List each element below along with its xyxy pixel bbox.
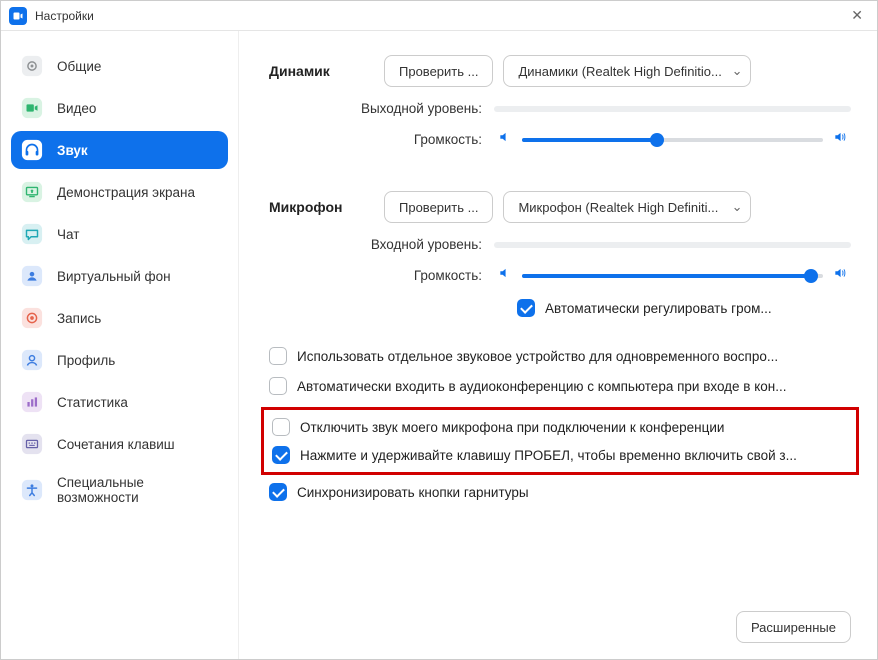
separate-device-checkbox[interactable] bbox=[269, 347, 287, 365]
sidebar-item-general[interactable]: Общие bbox=[11, 47, 228, 85]
profile-icon bbox=[21, 349, 43, 371]
accessibility-icon bbox=[21, 479, 43, 501]
push-to-talk-checkbox[interactable] bbox=[272, 446, 290, 464]
sidebar-item-label: Видео bbox=[57, 101, 96, 116]
volume-high-icon bbox=[829, 130, 851, 149]
headphone-icon bbox=[21, 139, 43, 161]
auto-adjust-checkbox[interactable] bbox=[517, 299, 535, 317]
input-level-meter bbox=[494, 242, 851, 248]
share-screen-icon bbox=[21, 181, 43, 203]
sidebar-item-shortcuts[interactable]: Сочетания клавиш bbox=[11, 425, 228, 463]
output-level-label: Выходной уровень: bbox=[269, 101, 494, 116]
mute-on-join-row[interactable]: Отключить звук моего микрофона при подкл… bbox=[272, 418, 848, 436]
sidebar-item-label: Профиль bbox=[57, 353, 115, 368]
chat-icon bbox=[21, 223, 43, 245]
sidebar-item-recording[interactable]: Запись bbox=[11, 299, 228, 337]
auto-adjust-label: Автоматически регулировать гром... bbox=[545, 301, 851, 316]
statistics-icon bbox=[21, 391, 43, 413]
sidebar-item-chat[interactable]: Чат bbox=[11, 215, 228, 253]
separate-device-row[interactable]: Использовать отдельное звуковое устройст… bbox=[269, 347, 851, 365]
speaker-device-text: Динамики (Realtek High Definitio... bbox=[518, 64, 723, 79]
main-panel: Динамик Проверить ... Динамики (Realtek … bbox=[239, 31, 877, 659]
test-speaker-button[interactable]: Проверить ... bbox=[384, 55, 493, 87]
sidebar-item-audio[interactable]: Звук bbox=[11, 131, 228, 169]
sidebar-item-label: Звук bbox=[57, 143, 88, 158]
sync-headset-label: Синхронизировать кнопки гарнитуры bbox=[297, 485, 851, 500]
sidebar-item-label: Демонстрация экрана bbox=[57, 185, 195, 200]
sidebar-item-label: Специальные возможности bbox=[57, 475, 218, 505]
speaker-section-label: Динамик bbox=[269, 63, 384, 79]
sidebar-item-label: Сочетания клавиш bbox=[57, 437, 175, 452]
sidebar-item-video[interactable]: Видео bbox=[11, 89, 228, 127]
sidebar-item-virtual-bg[interactable]: Виртуальный фон bbox=[11, 257, 228, 295]
app-icon bbox=[9, 7, 27, 25]
push-to-talk-row[interactable]: Нажмите и удерживайте клавишу ПРОБЕЛ, чт… bbox=[272, 446, 848, 464]
sidebar-item-label: Общие bbox=[57, 59, 101, 74]
gear-icon bbox=[21, 55, 43, 77]
mic-volume-label: Громкость: bbox=[269, 268, 494, 283]
separate-device-label: Использовать отдельное звуковое устройст… bbox=[297, 349, 851, 364]
volume-low-icon bbox=[494, 130, 516, 149]
input-level-label: Входной уровень: bbox=[269, 237, 494, 252]
speaker-volume-slider[interactable] bbox=[522, 138, 823, 142]
output-level-meter bbox=[494, 106, 851, 112]
chevron-down-icon: ⌄ bbox=[732, 63, 743, 79]
sync-headset-row[interactable]: Синхронизировать кнопки гарнитуры bbox=[269, 483, 851, 501]
mic-device-dropdown[interactable]: Микрофон (Realtek High Definiti... ⌄ bbox=[503, 191, 751, 223]
volume-low-icon bbox=[494, 266, 516, 285]
sidebar-item-share-screen[interactable]: Демонстрация экрана bbox=[11, 173, 228, 211]
sidebar: Общие Видео Звук Демонстрация экрана Чат… bbox=[1, 31, 239, 659]
window-title: Настройки bbox=[35, 9, 845, 23]
auto-join-row[interactable]: Автоматически входить в аудиоконференцию… bbox=[269, 377, 851, 395]
highlighted-options: Отключить звук моего микрофона при подкл… bbox=[261, 407, 859, 475]
test-mic-button[interactable]: Проверить ... bbox=[384, 191, 493, 223]
keyboard-icon bbox=[21, 433, 43, 455]
close-icon[interactable]: ✕ bbox=[845, 5, 869, 26]
mic-section-label: Микрофон bbox=[269, 199, 384, 215]
auto-join-label: Автоматически входить в аудиоконференцию… bbox=[297, 379, 851, 394]
speaker-device-dropdown[interactable]: Динамики (Realtek High Definitio... ⌄ bbox=[503, 55, 751, 87]
auto-adjust-row[interactable]: Автоматически регулировать гром... bbox=[517, 299, 851, 317]
mute-on-join-checkbox[interactable] bbox=[272, 418, 290, 436]
auto-join-checkbox[interactable] bbox=[269, 377, 287, 395]
chevron-down-icon: ⌄ bbox=[732, 199, 743, 215]
mute-on-join-label: Отключить звук моего микрофона при подкл… bbox=[300, 420, 848, 435]
sidebar-item-label: Статистика bbox=[57, 395, 128, 410]
mic-volume-slider[interactable] bbox=[522, 274, 823, 278]
sidebar-item-profile[interactable]: Профиль bbox=[11, 341, 228, 379]
speaker-volume-label: Громкость: bbox=[269, 132, 494, 147]
advanced-button[interactable]: Расширенные bbox=[736, 611, 851, 643]
titlebar: Настройки ✕ bbox=[1, 1, 877, 31]
sidebar-item-accessibility[interactable]: Специальные возможности bbox=[11, 467, 228, 513]
mic-device-text: Микрофон (Realtek High Definiti... bbox=[518, 200, 723, 215]
sidebar-item-label: Виртуальный фон bbox=[57, 269, 171, 284]
virtual-bg-icon bbox=[21, 265, 43, 287]
sidebar-item-statistics[interactable]: Статистика bbox=[11, 383, 228, 421]
sidebar-item-label: Запись bbox=[57, 311, 101, 326]
volume-high-icon bbox=[829, 266, 851, 285]
sidebar-item-label: Чат bbox=[57, 227, 79, 242]
sync-headset-checkbox[interactable] bbox=[269, 483, 287, 501]
push-to-talk-label: Нажмите и удерживайте клавишу ПРОБЕЛ, чт… bbox=[300, 448, 848, 463]
video-icon bbox=[21, 97, 43, 119]
record-icon bbox=[21, 307, 43, 329]
